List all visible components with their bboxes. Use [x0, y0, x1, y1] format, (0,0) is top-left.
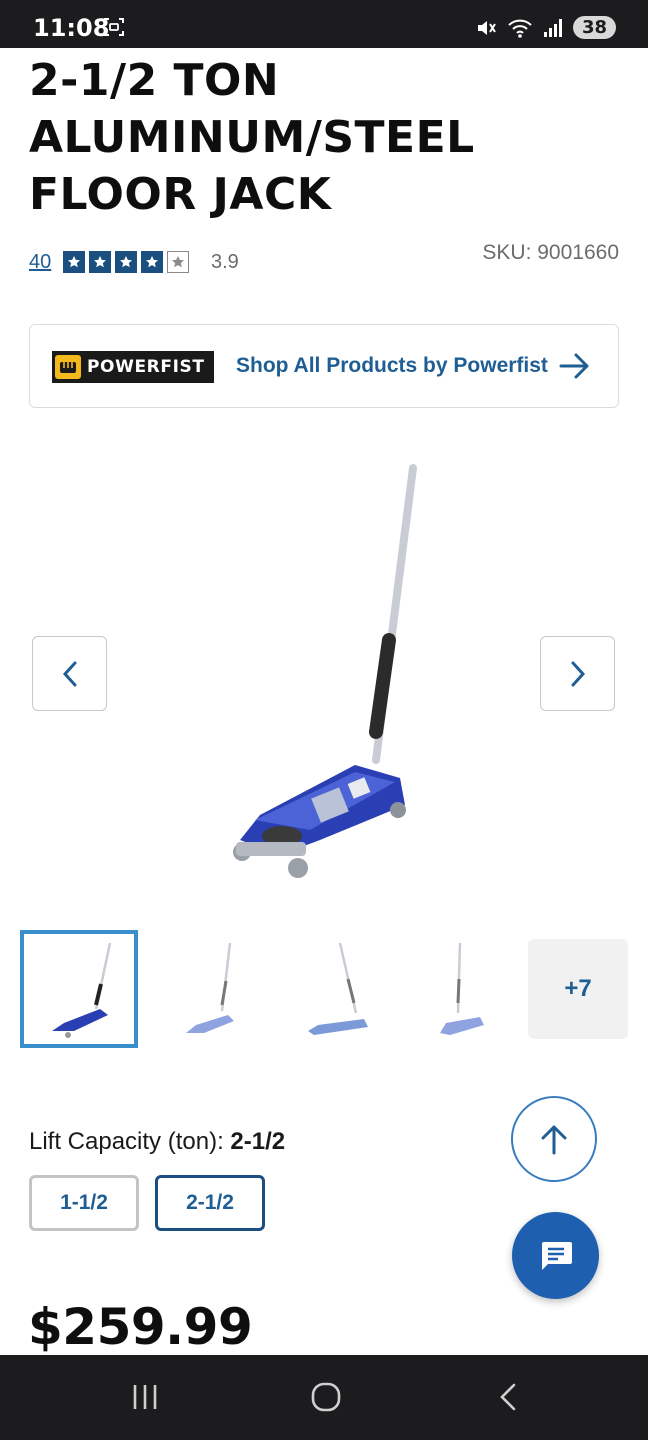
- brand-logo-text: POWERFIST: [87, 357, 205, 377]
- signal-icon: [543, 18, 562, 37]
- system-nav-bar: [0, 1355, 648, 1440]
- thumbnail-2[interactable]: [150, 930, 268, 1048]
- star-rating: [63, 251, 189, 273]
- thumbnail-more-button[interactable]: +7: [528, 939, 628, 1039]
- thumbnail-3[interactable]: [280, 930, 398, 1048]
- arrow-up-icon: [541, 1125, 567, 1155]
- screenshot-icon: [104, 18, 124, 36]
- thumbnail-image: [440, 942, 484, 1035]
- brand-logo: POWERFIST: [52, 351, 214, 383]
- product-image-main: [233, 464, 417, 878]
- option-button-1-1-2[interactable]: 1-1/2: [29, 1175, 139, 1231]
- star-filled-icon: [115, 251, 137, 273]
- thumbnail-image: [308, 942, 368, 1035]
- status-bar: 11:08 38: [0, 0, 648, 48]
- wifi-icon: [508, 19, 532, 38]
- star-empty-icon: [167, 251, 189, 273]
- back-icon: [500, 1383, 516, 1411]
- brand-link-text: Shop All Products by Powerfist: [236, 354, 548, 377]
- star-filled-icon: [89, 251, 111, 273]
- thumbnail-4[interactable]: [400, 930, 518, 1048]
- thumbnail-1[interactable]: [20, 930, 138, 1048]
- recent-apps-button[interactable]: [125, 1379, 165, 1415]
- status-time: 11:08: [33, 14, 110, 42]
- option-label: Lift Capacity (ton): 2-1/2: [29, 1128, 285, 1156]
- review-count-link[interactable]: 40: [29, 251, 51, 274]
- scroll-to-top-button[interactable]: [511, 1096, 597, 1182]
- option-selected-value: 2-1/2: [230, 1128, 286, 1155]
- brand-banner-link[interactable]: POWERFIST Shop All Products by Powerfist: [29, 324, 619, 408]
- product-sku: SKU: 9001660: [482, 241, 619, 264]
- recent-apps-icon: [133, 1385, 157, 1409]
- status-icons: 38: [475, 16, 616, 39]
- product-title: 2-1/2 TON ALUMINUM/STEEL FLOOR JACK: [29, 55, 475, 220]
- chat-bubble-icon: [541, 1241, 572, 1270]
- battery-indicator: 38: [572, 16, 616, 39]
- star-filled-icon: [63, 251, 85, 273]
- chevron-right-icon: [571, 661, 585, 686]
- carousel-prev-button[interactable]: [32, 636, 107, 711]
- chat-button[interactable]: [512, 1212, 599, 1299]
- home-button[interactable]: [306, 1379, 346, 1415]
- fist-icon: [55, 355, 81, 379]
- thumbnail-image: [186, 942, 234, 1033]
- rating-value: 3.9: [211, 251, 239, 273]
- product-price: $259.99: [28, 1298, 253, 1356]
- arrow-right-icon: [559, 353, 589, 379]
- chevron-left-icon: [62, 661, 76, 686]
- mute-icon: [477, 20, 496, 35]
- thumbnail-image: [52, 942, 112, 1038]
- star-filled-icon: [141, 251, 163, 273]
- carousel-next-button[interactable]: [540, 636, 615, 711]
- home-icon: [311, 1382, 341, 1412]
- option-button-2-1-2[interactable]: 2-1/2: [155, 1175, 265, 1231]
- back-button[interactable]: [488, 1379, 528, 1415]
- option-label-text: Lift Capacity (ton):: [29, 1128, 231, 1155]
